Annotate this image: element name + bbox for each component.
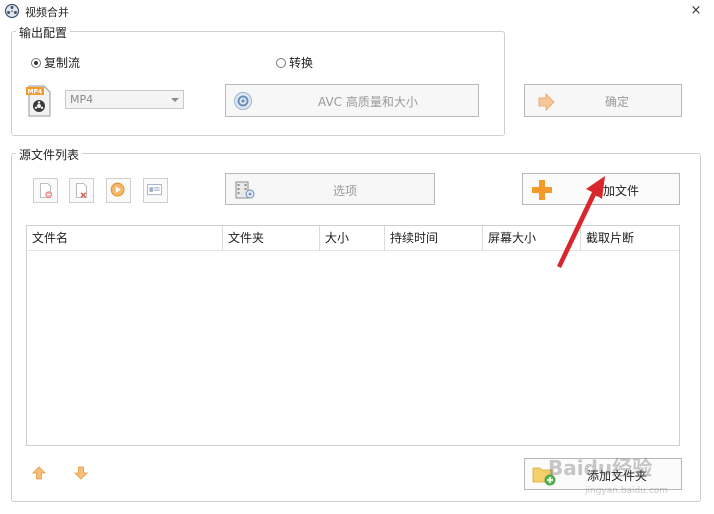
options-button[interactable]: 选项 (225, 173, 435, 205)
output-config-legend: 输出配置 (16, 24, 71, 41)
plus-icon (532, 180, 552, 200)
column-header-screen-size[interactable]: 屏幕大小 (483, 226, 581, 250)
info-button[interactable] (143, 178, 168, 203)
play-icon (110, 182, 125, 197)
radio-convert[interactable]: 转换 (276, 54, 313, 71)
options-button-label: 选项 (333, 184, 358, 198)
format-select[interactable]: MP4 (65, 90, 184, 109)
radio-convert-label: 转换 (289, 56, 314, 70)
move-down-icon[interactable] (73, 465, 89, 481)
close-icon: × (690, 3, 702, 18)
move-up-icon[interactable] (31, 465, 47, 481)
add-file-button[interactable]: 添加文件 (522, 173, 680, 205)
chevron-down-icon (171, 98, 179, 102)
add-file-button-label: 添加文件 (591, 184, 640, 198)
watermark-sub-text: jingyan.baidu.com (585, 486, 669, 496)
clear-list-button[interactable] (69, 178, 94, 203)
close-button[interactable]: × (686, 2, 706, 20)
clear-list-icon (75, 183, 88, 198)
source-files-legend: 源文件列表 (16, 146, 83, 163)
radio-copy-stream[interactable]: 复制流 (31, 54, 80, 71)
radio-copy-stream-dot (31, 57, 41, 68)
title-bar: 视频合并 × (0, 0, 714, 22)
window-title: 视频合并 (25, 6, 69, 19)
confirm-button-label: 确定 (605, 95, 630, 109)
remove-file-button[interactable] (33, 178, 58, 203)
preset-button-label: AVC 高质量和大小 (318, 95, 418, 109)
film-reel-icon (4, 3, 20, 19)
watermark-text: Baidu经验 (548, 456, 653, 480)
preset-button[interactable]: AVC 高质量和大小 (225, 84, 479, 117)
column-header-folder[interactable]: 文件夹 (223, 226, 320, 250)
column-header-filename[interactable]: 文件名 (27, 226, 223, 250)
svg-text:MP4: MP4 (28, 89, 43, 96)
confirm-button[interactable]: 确定 (524, 84, 682, 117)
table-header: 文件名 文件夹 大小 持续时间 屏幕大小 截取片断 (27, 226, 679, 251)
column-header-clip[interactable]: 截取片断 (581, 226, 679, 250)
watermark-sub: jingyan.baidu.com (585, 482, 668, 496)
watermark: Baidu经验 (548, 452, 652, 481)
radio-copy-stream-label: 复制流 (44, 56, 81, 70)
film-settings-icon (235, 181, 255, 199)
gear-swirl-icon (234, 92, 252, 110)
file-list-table[interactable]: 文件名 文件夹 大小 持续时间 屏幕大小 截取片断 (26, 225, 680, 446)
column-header-size[interactable]: 大小 (320, 226, 385, 250)
radio-convert-dot (276, 57, 286, 68)
column-header-duration[interactable]: 持续时间 (385, 226, 483, 250)
arrow-right-icon (538, 93, 555, 111)
play-button[interactable] (106, 178, 131, 203)
remove-file-icon (39, 183, 53, 198)
mp4-file-icon: MP4 (26, 85, 51, 117)
format-select-value: MP4 (70, 93, 94, 106)
info-icon (147, 184, 162, 196)
